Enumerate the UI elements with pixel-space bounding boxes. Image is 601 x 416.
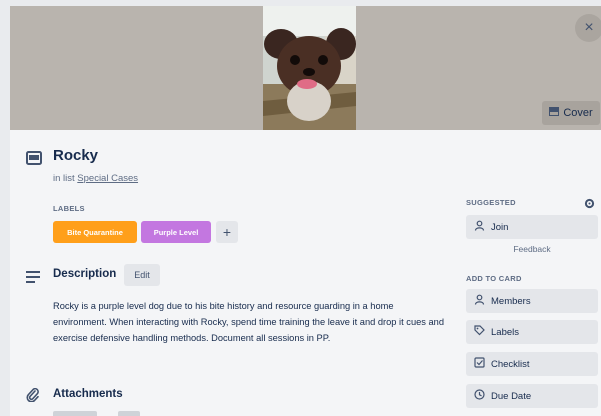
labels-heading: LABELS	[53, 204, 85, 213]
cover-photo[interactable]	[263, 6, 356, 130]
person-icon	[474, 294, 485, 308]
due-date-button[interactable]: Due Date	[466, 384, 598, 408]
description-text[interactable]: Rocky is a purple level dog due to his b…	[53, 298, 449, 346]
labels-button[interactable]: Labels	[466, 320, 598, 344]
plus-icon: +	[222, 224, 232, 240]
card-modal: Cover × Rocky in list Special Cases LABE…	[10, 6, 601, 416]
attachment-thumbnail[interactable]	[118, 411, 140, 416]
checklist-label: Checklist	[491, 358, 530, 370]
members-label: Members	[491, 295, 531, 307]
description-icon	[26, 270, 40, 283]
close-button[interactable]: ×	[575, 14, 601, 42]
cover-button[interactable]: Cover	[542, 101, 600, 125]
clock-icon	[474, 389, 485, 403]
cover-icon	[549, 107, 560, 119]
due-date-label: Due Date	[491, 390, 532, 402]
join-button[interactable]: Join	[466, 215, 598, 239]
gear-icon[interactable]	[584, 196, 595, 209]
edit-description-button[interactable]: Edit	[124, 264, 160, 286]
paperclip-icon	[26, 387, 40, 403]
label-chip[interactable]: Purple Level	[141, 221, 211, 243]
description-heading: Description	[53, 268, 117, 280]
checklist-button[interactable]: Checklist	[466, 352, 598, 376]
labels-label: Labels	[491, 326, 519, 338]
checklist-icon	[474, 357, 485, 371]
list-reference: in list Special Cases	[53, 173, 138, 184]
cover-button-label: Cover	[563, 107, 593, 119]
tag-icon	[474, 325, 485, 339]
card-cover: Cover ×	[10, 6, 601, 130]
list-prefix: in list	[53, 173, 75, 184]
attachments-heading: Attachments	[53, 388, 123, 400]
members-button[interactable]: Members	[466, 289, 598, 313]
card-icon	[26, 151, 42, 165]
attachment-thumbnail[interactable]	[53, 411, 97, 416]
card-title[interactable]: Rocky	[53, 147, 98, 164]
person-icon	[474, 220, 485, 234]
list-link[interactable]: Special Cases	[77, 173, 138, 184]
add-to-card-heading: ADD TO CARD	[466, 274, 522, 283]
close-icon: ×	[584, 19, 594, 36]
suggested-heading: SUGGESTED	[466, 198, 516, 207]
feedback-link[interactable]: Feedback	[466, 244, 598, 254]
label-chip[interactable]: Bite Quarantine	[53, 221, 137, 243]
add-label-button[interactable]: +	[216, 221, 238, 243]
join-label: Join	[491, 221, 509, 233]
